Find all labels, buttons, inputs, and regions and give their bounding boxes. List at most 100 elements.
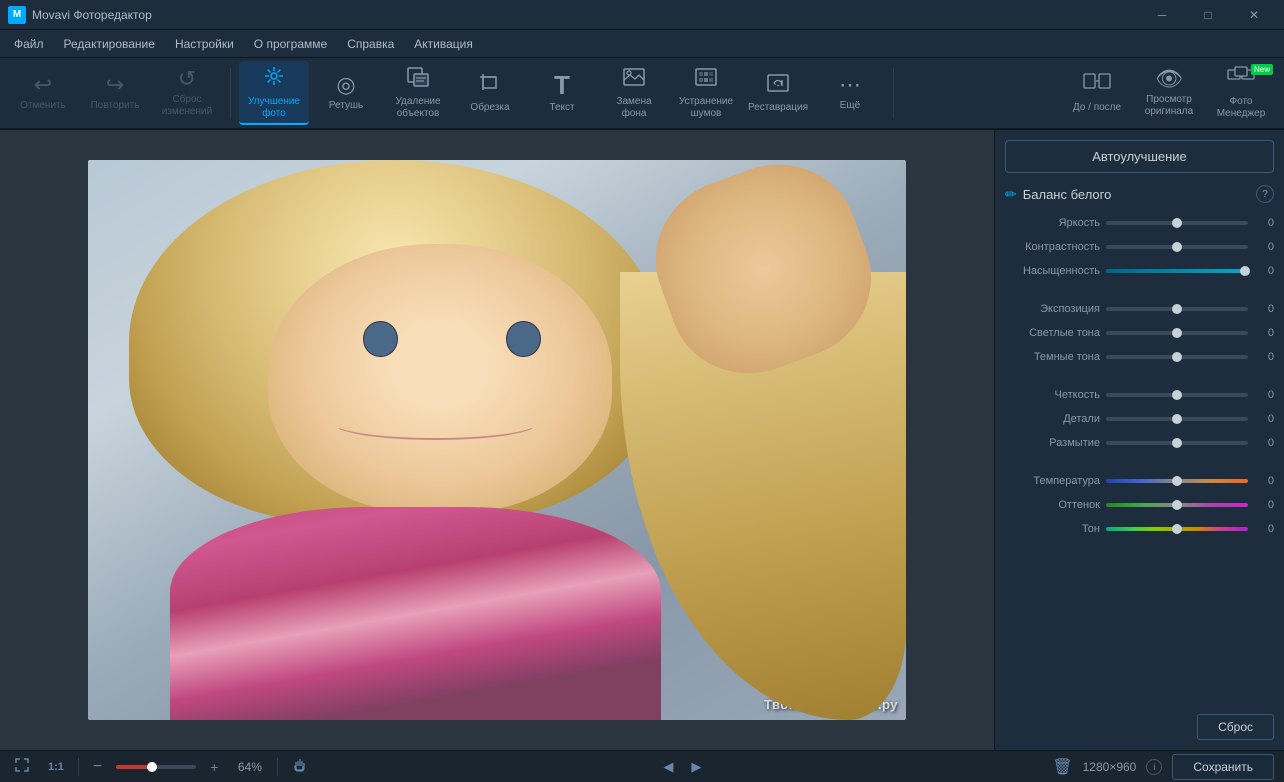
auto-enhance-button[interactable]: Автоулучшение	[1005, 140, 1274, 173]
undo-button[interactable]: ↩ Отменить	[8, 61, 78, 125]
remove-objects-label: Удалениеобъектов	[395, 96, 440, 120]
reset-icon: ↺	[178, 68, 196, 90]
photo-manager-button[interactable]: New ФотоМенеджер	[1206, 61, 1276, 125]
hand-tool-button[interactable]	[288, 755, 312, 778]
saturation-label: Насыщенность	[1005, 265, 1100, 277]
contrast-track[interactable]	[1106, 245, 1248, 249]
highlights-track[interactable]	[1106, 331, 1248, 335]
image-dimensions: 1280×960	[1083, 760, 1137, 774]
highlights-slider-row: Светлые тона 0	[1005, 327, 1274, 339]
view-original-button[interactable]: 👁 Просмотроригинала	[1134, 61, 1204, 125]
delete-image-button[interactable]: 🗑	[1052, 757, 1072, 777]
zoom-slider-thumb[interactable]	[147, 762, 157, 772]
tint-label: Оттенок	[1005, 499, 1100, 511]
help-button[interactable]: ?	[1256, 185, 1274, 203]
zoom-out-button[interactable]: −	[89, 756, 106, 778]
tint-thumb[interactable]	[1172, 500, 1182, 510]
clarity-value: 0	[1254, 389, 1274, 401]
restore-button[interactable]: Реставрация	[743, 61, 813, 125]
zoom-in-button[interactable]: +	[206, 757, 222, 777]
exposure-track[interactable]	[1106, 307, 1248, 311]
redo-button[interactable]: ↪ Повторить	[80, 61, 150, 125]
menu-edit[interactable]: Редактирование	[54, 33, 165, 55]
restore-icon	[766, 72, 790, 98]
prev-image-button[interactable]: ◀	[659, 757, 677, 777]
save-button[interactable]: Сохранить	[1172, 754, 1274, 780]
blur-track[interactable]	[1106, 441, 1248, 445]
next-image-button[interactable]: ▶	[687, 757, 705, 777]
close-button[interactable]: ✕	[1232, 0, 1276, 30]
temperature-slider-row: Температура 0	[1005, 475, 1274, 487]
menubar: Файл Редактирование Настройки О программ…	[0, 30, 1284, 58]
brightness-slider-row: Яркость 0	[1005, 217, 1274, 229]
saturation-track[interactable]	[1106, 269, 1248, 273]
denoise-label: Устранениешумов	[679, 96, 733, 120]
toolbar-separator-2	[893, 68, 894, 118]
brightness-thumb[interactable]	[1172, 218, 1182, 228]
crop-button[interactable]: Обрезка	[455, 61, 525, 125]
minimize-button[interactable]: ─	[1140, 0, 1184, 30]
crop-icon	[478, 72, 502, 98]
zoom-1to1-button[interactable]: 1:1	[44, 759, 68, 775]
blur-thumb[interactable]	[1172, 438, 1182, 448]
brightness-value: 0	[1254, 217, 1274, 229]
before-after-button[interactable]: До / после	[1062, 61, 1132, 125]
tone-track[interactable]	[1106, 527, 1248, 531]
photo-clothes	[170, 507, 661, 720]
tone-thumb[interactable]	[1172, 524, 1182, 534]
saturation-thumb[interactable]	[1240, 266, 1250, 276]
reset-changes-button[interactable]: ↺ Сбросизменений	[152, 61, 222, 125]
text-button[interactable]: T Текст	[527, 61, 597, 125]
panel-reset-button[interactable]: Сброс	[1197, 714, 1274, 740]
details-track[interactable]	[1106, 417, 1248, 421]
brightness-track[interactable]	[1106, 221, 1248, 225]
restore-label: Реставрация	[748, 102, 808, 114]
app-icon: M	[8, 6, 26, 24]
tint-slider-row: Оттенок 0	[1005, 499, 1274, 511]
shadows-thumb[interactable]	[1172, 352, 1182, 362]
temperature-value: 0	[1254, 475, 1274, 487]
zoom-slider[interactable]	[116, 765, 196, 769]
temperature-thumb[interactable]	[1172, 476, 1182, 486]
shadows-track[interactable]	[1106, 355, 1248, 359]
replace-bg-button[interactable]: Заменафона	[599, 61, 669, 125]
menu-about[interactable]: О программе	[244, 33, 337, 55]
contrast-thumb[interactable]	[1172, 242, 1182, 252]
enhance-photo-button[interactable]: Улучшениефото	[239, 61, 309, 125]
denoise-button[interactable]: Устранениешумов	[671, 61, 741, 125]
menu-activate[interactable]: Активация	[404, 33, 483, 55]
menu-help[interactable]: Справка	[337, 33, 404, 55]
fit-to-screen-button[interactable]	[10, 755, 34, 778]
exposure-thumb[interactable]	[1172, 304, 1182, 314]
enhance-label: Улучшениефото	[248, 96, 300, 120]
more-button[interactable]: ⋯ Ещё	[815, 61, 885, 125]
image-info-button[interactable]: i	[1146, 759, 1162, 775]
remove-objects-button[interactable]: Удалениеобъектов	[383, 61, 453, 125]
toolbar: ↩ Отменить ↪ Повторить ↺ Сбросизменений	[0, 58, 1284, 130]
highlights-thumb[interactable]	[1172, 328, 1182, 338]
exposure-slider-row: Экспозиция 0	[1005, 303, 1274, 315]
menu-settings[interactable]: Настройки	[165, 33, 244, 55]
titlebar: M Movavi Фоторедактор ─ □ ✕	[0, 0, 1284, 30]
photo-face	[268, 244, 612, 513]
clarity-thumb[interactable]	[1172, 390, 1182, 400]
details-label: Детали	[1005, 413, 1100, 425]
photo-smile	[333, 406, 538, 440]
retouch-button[interactable]: ◎ Ретушь	[311, 61, 381, 125]
right-panel: Автоулучшение ✏ Баланс белого ? Яркость …	[994, 130, 1284, 750]
shadows-slider-row: Темные тона 0	[1005, 351, 1274, 363]
more-icon: ⋯	[839, 74, 861, 96]
tint-value: 0	[1254, 499, 1274, 511]
tint-track[interactable]	[1106, 503, 1248, 507]
contrast-slider-row: Контрастность 0	[1005, 241, 1274, 253]
maximize-button[interactable]: □	[1186, 0, 1230, 30]
details-thumb[interactable]	[1172, 414, 1182, 424]
toolbar-right-group: До / после 👁 Просмотроригинала New ФотоМ…	[1062, 61, 1276, 125]
temperature-label: Температура	[1005, 475, 1100, 487]
canvas-area[interactable]: ТвоиПрограммы.ру	[0, 130, 994, 750]
tone-slider-row: Тон 0	[1005, 523, 1274, 535]
menu-file[interactable]: Файл	[4, 33, 54, 55]
clarity-track[interactable]	[1106, 393, 1248, 397]
temperature-track[interactable]	[1106, 479, 1248, 483]
tone-label: Тон	[1005, 523, 1100, 535]
